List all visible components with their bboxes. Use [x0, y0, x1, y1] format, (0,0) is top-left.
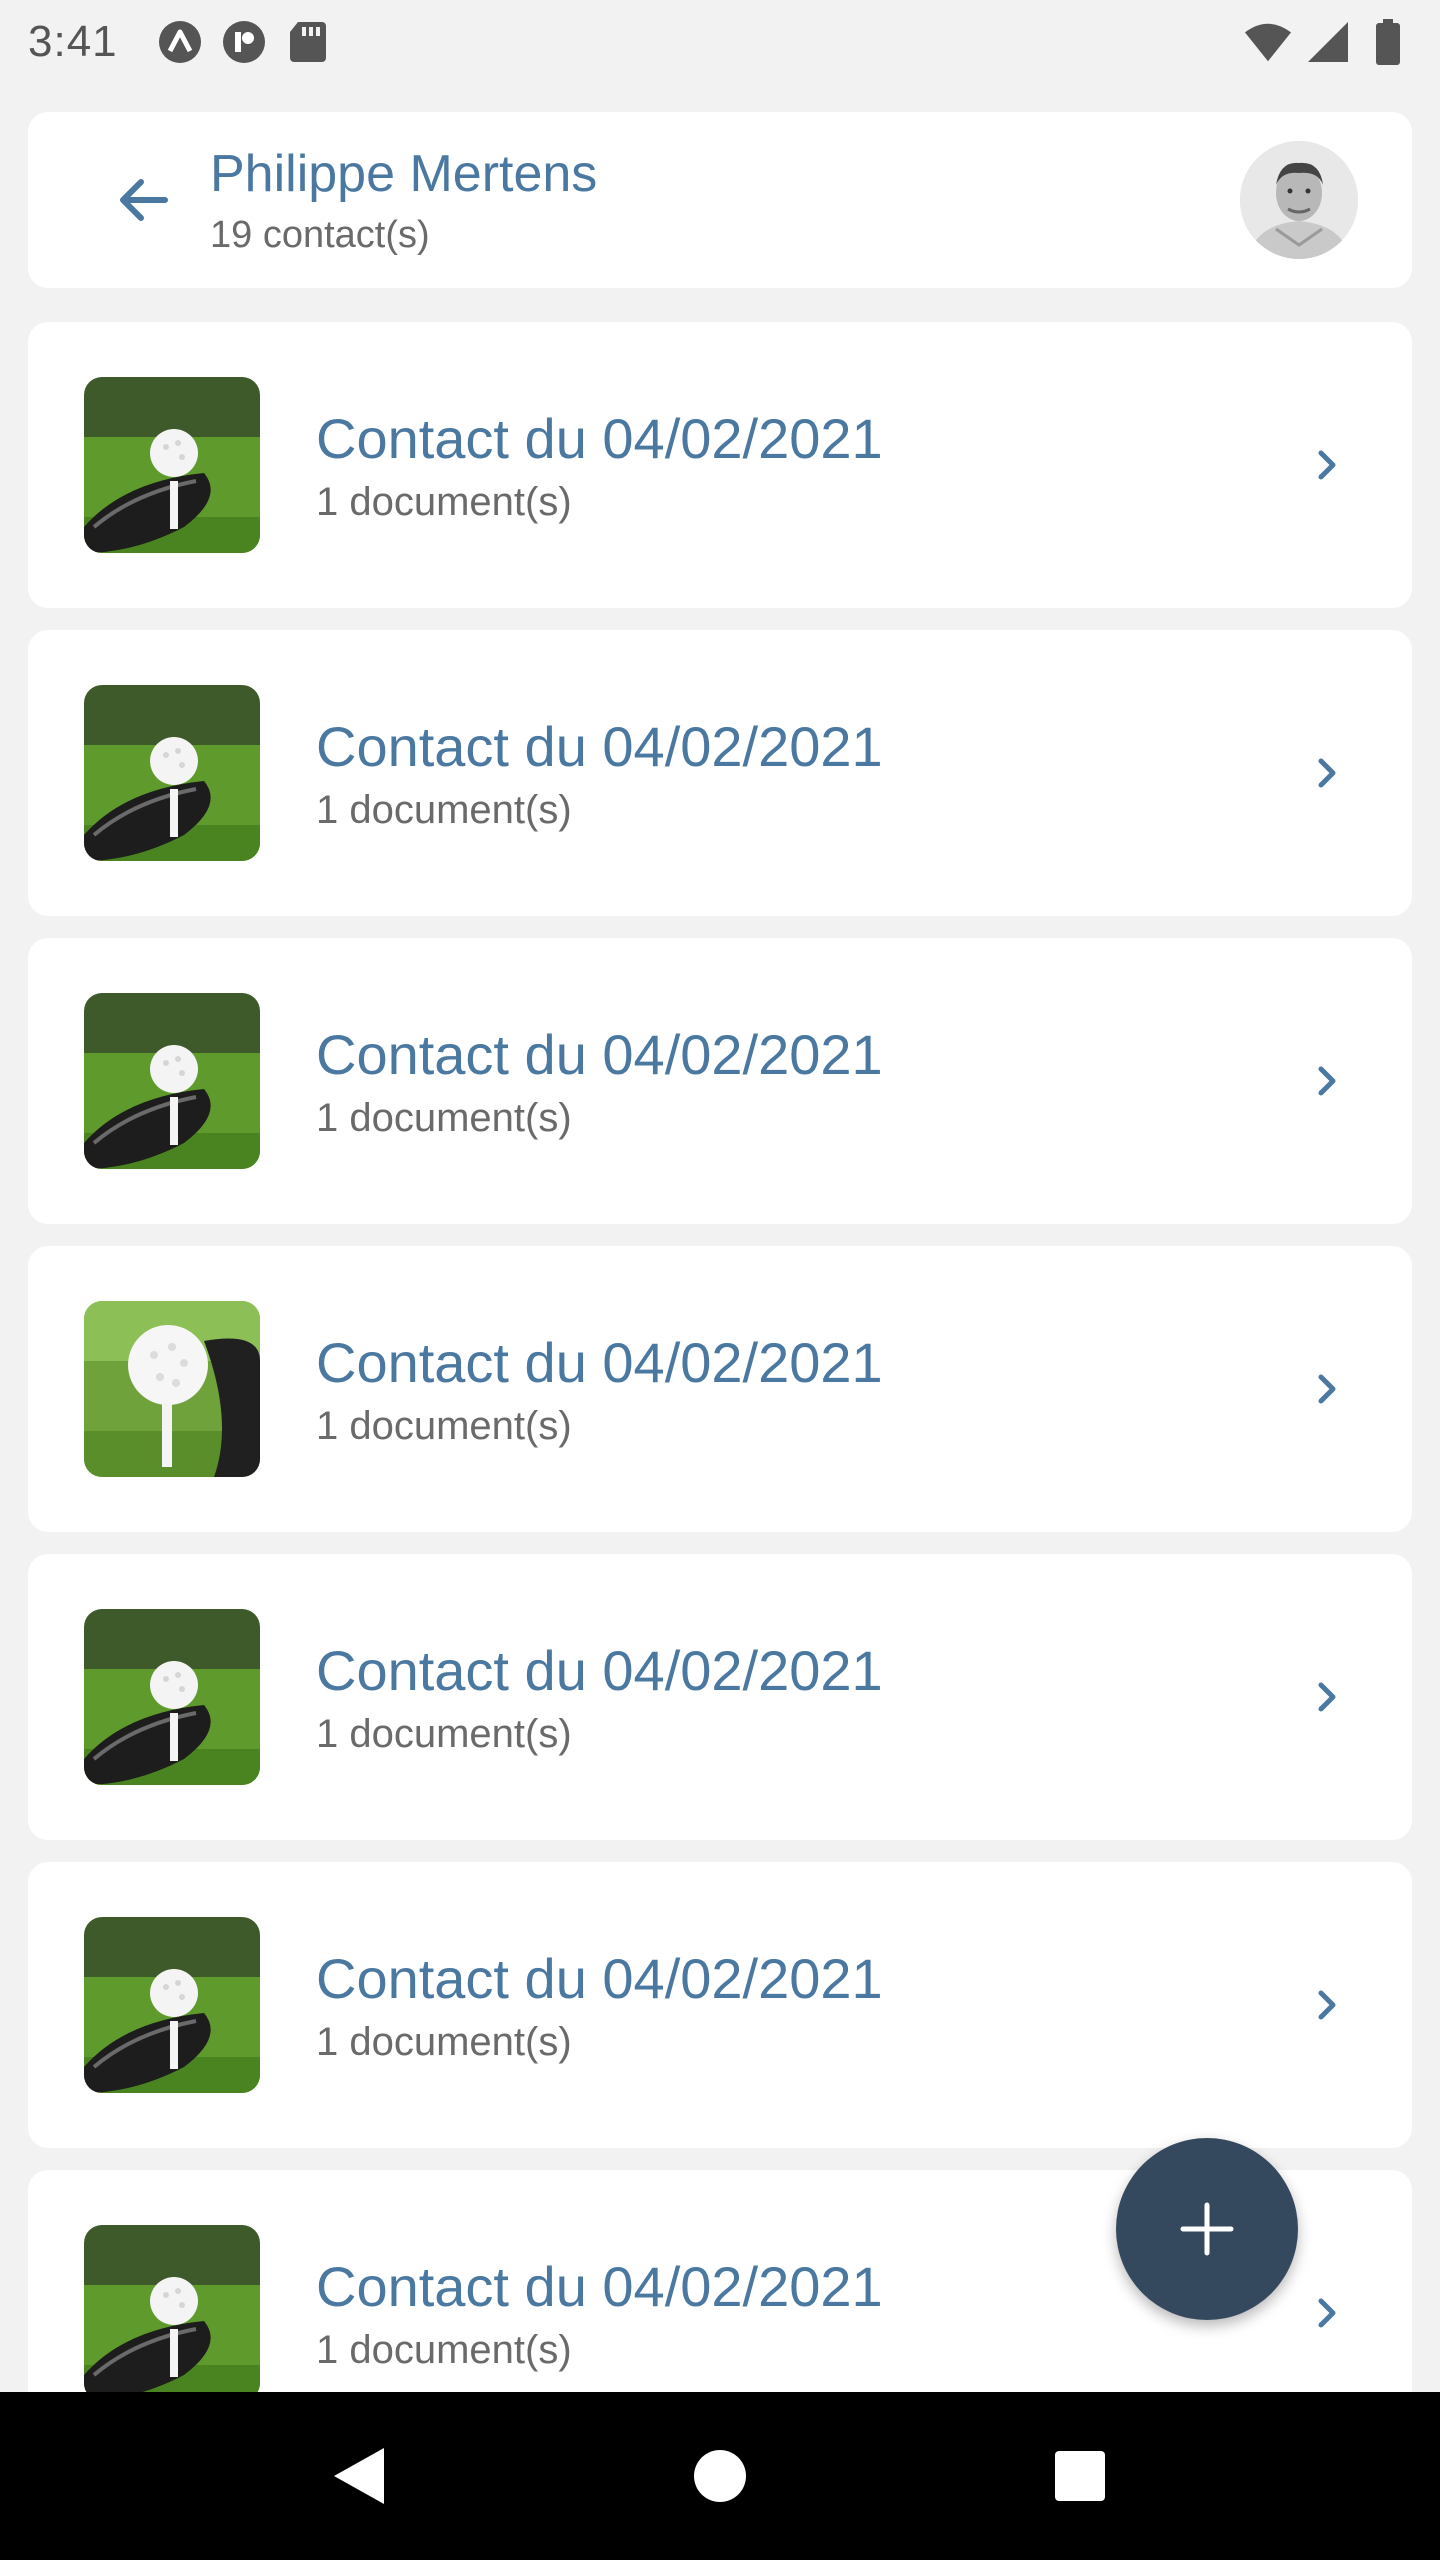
chevron-right-icon — [1298, 435, 1358, 495]
nav-home-button[interactable] — [670, 2426, 770, 2526]
document-count: 1 document(s) — [316, 480, 572, 525]
chevron-right-icon — [1298, 1667, 1358, 1727]
contact-title: Contact du 04/02/2021 — [316, 1638, 883, 1702]
status-icons-left — [156, 18, 332, 66]
chevron-right-icon — [1298, 2283, 1358, 2343]
status-icons-right — [1244, 18, 1412, 66]
signal-icon — [1304, 18, 1352, 66]
list-item[interactable]: Contact du 04/02/2021 1 document(s) — [28, 630, 1412, 916]
document-count: 1 document(s) — [316, 2328, 572, 2373]
document-count: 1 document(s) — [316, 1404, 572, 1449]
avatar[interactable] — [1240, 141, 1358, 259]
list-item[interactable]: Contact du 04/02/2021 1 document(s) — [28, 938, 1412, 1224]
card-texts: Contact du 04/02/2021 1 document(s) — [316, 1945, 1298, 2065]
back-button[interactable] — [88, 145, 198, 255]
list-item[interactable]: Contact du 04/02/2021 1 document(s) — [28, 322, 1412, 608]
battery-icon — [1364, 18, 1412, 66]
contact-title: Contact du 04/02/2021 — [316, 1330, 883, 1394]
list-item[interactable]: Contact du 04/02/2021 1 document(s) — [28, 1862, 1412, 2148]
card-texts: Contact du 04/02/2021 1 document(s) — [316, 1329, 1298, 1449]
golf-thumbnail — [84, 2225, 260, 2401]
nav-back-button[interactable] — [310, 2426, 410, 2526]
contact-title: Contact du 04/02/2021 — [316, 714, 883, 778]
card-texts: Contact du 04/02/2021 1 document(s) — [316, 713, 1298, 833]
contact-title: Contact du 04/02/2021 — [316, 1946, 883, 2010]
back-triangle-icon — [334, 2448, 384, 2504]
document-count: 1 document(s) — [316, 2020, 572, 2065]
list-item[interactable]: Contact du 04/02/2021 1 document(s) — [28, 1554, 1412, 1840]
card-texts: Contact du 04/02/2021 1 document(s) — [316, 405, 1298, 525]
golf-thumbnail — [84, 377, 260, 553]
chevron-right-icon — [1298, 1359, 1358, 1419]
list-item[interactable]: Contact du 04/02/2021 1 document(s) — [28, 1246, 1412, 1532]
app-icon-r — [220, 18, 268, 66]
contact-title: Contact du 04/02/2021 — [316, 406, 883, 470]
golf-thumbnail — [84, 993, 260, 1169]
header-card: Philippe Mertens 19 contact(s) — [28, 112, 1412, 288]
golf-ball-thumbnail — [84, 1301, 260, 1477]
screen: 3:41 Philippe Mertens 19 contact(s) Cont… — [0, 0, 1440, 2560]
add-contact-button[interactable] — [1116, 2138, 1298, 2320]
golf-thumbnail — [84, 1917, 260, 2093]
golf-thumbnail — [84, 1609, 260, 1785]
contact-count: 19 contact(s) — [210, 213, 430, 256]
chevron-right-icon — [1298, 1975, 1358, 2035]
status-bar: 3:41 — [0, 0, 1440, 84]
chevron-right-icon — [1298, 1051, 1358, 1111]
chevron-right-icon — [1298, 743, 1358, 803]
status-time: 3:41 — [28, 17, 118, 66]
document-count: 1 document(s) — [316, 1096, 572, 1141]
golf-thumbnail — [84, 685, 260, 861]
home-circle-icon — [694, 2450, 746, 2502]
nav-recents-button[interactable] — [1030, 2426, 1130, 2526]
app-icon-a — [156, 18, 204, 66]
page-title: Philippe Mertens — [210, 145, 598, 204]
contact-title: Contact du 04/02/2021 — [316, 1022, 883, 1086]
arrow-left-icon — [120, 179, 168, 221]
card-texts: Contact du 04/02/2021 1 document(s) — [316, 1021, 1298, 1141]
card-texts: Contact du 04/02/2021 1 document(s) — [316, 1637, 1298, 1757]
wifi-icon — [1244, 18, 1292, 66]
document-count: 1 document(s) — [316, 788, 572, 833]
navigation-bar — [0, 2392, 1440, 2560]
document-count: 1 document(s) — [316, 1712, 572, 1757]
header-texts: Philippe Mertens 19 contact(s) — [210, 143, 1240, 256]
recents-square-icon — [1055, 2451, 1105, 2501]
plus-icon — [1180, 2202, 1234, 2256]
sd-card-icon — [284, 18, 332, 66]
